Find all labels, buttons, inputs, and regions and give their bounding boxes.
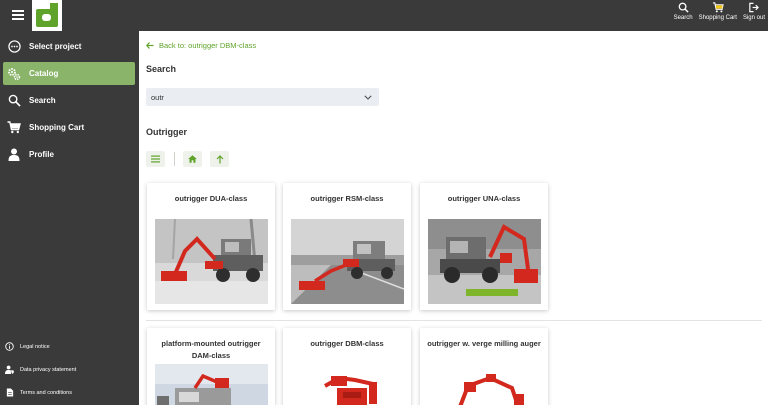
product-image — [155, 219, 268, 304]
top-cart-button[interactable]: Shopping Cart — [696, 2, 740, 30]
footer-link-label: Legal notice — [20, 343, 50, 350]
sidebar-item-label: Shopping Cart — [29, 123, 85, 132]
cart-icon — [712, 2, 724, 13]
product-card-title: platform-mounted outrigger DAM-class — [161, 339, 261, 360]
back-link-label: Back to: outrigger DBM-class — [159, 41, 257, 50]
category-heading: Outrigger — [146, 127, 188, 137]
gears-icon — [7, 67, 21, 81]
arrow-up-icon — [216, 154, 223, 163]
search-select[interactable]: outr — [146, 88, 379, 106]
product-card-rsm[interactable]: outrigger RSM-class — [283, 183, 411, 310]
sidebar-item-shopping-cart[interactable]: Shopping Cart — [3, 116, 135, 139]
chevron-down-icon — [364, 94, 372, 100]
product-card-title: outrigger DUA-class — [174, 194, 248, 203]
back-link[interactable]: Back to: outrigger DBM-class — [146, 41, 256, 50]
top-search-label: Search — [673, 15, 693, 21]
sidebar-item-select-project[interactable]: Select project — [3, 35, 135, 58]
section-divider — [146, 320, 762, 321]
footer-link-label: Data privacy statement — [20, 366, 77, 373]
toolbar-divider — [174, 152, 175, 166]
user-icon — [7, 148, 21, 162]
data-privacy-link[interactable]: Data privacy statement — [5, 365, 76, 374]
top-cart-label: Shopping Cart — [698, 15, 737, 21]
sidebar-item-label: Catalog — [29, 69, 59, 78]
sidebar-item-label: Profile — [29, 150, 54, 159]
catalog-toolbar — [146, 151, 229, 167]
legal-notice-link[interactable]: Legal notice — [5, 342, 50, 351]
product-card-dam[interactable]: platform-mounted outrigger DAM-class — [147, 328, 275, 405]
top-actions: Search Shopping Cart Sign out — [671, 2, 768, 30]
product-card-title: outrigger RSM-class — [310, 194, 384, 203]
sidebar-item-catalog[interactable]: Catalog — [3, 62, 135, 85]
user-shield-icon — [5, 365, 14, 374]
search-icon — [7, 94, 21, 108]
search-icon — [678, 2, 689, 13]
product-image — [291, 219, 404, 304]
product-card-verge-milling[interactable]: outrigger w. verge milling auger — [420, 328, 548, 405]
top-bar: Search Shopping Cart Sign out — [0, 0, 768, 31]
product-image — [155, 364, 268, 405]
product-card-dbm[interactable]: outrigger DBM-class — [283, 328, 411, 405]
sign-out-label: Sign out — [742, 15, 765, 21]
product-image — [291, 364, 404, 405]
document-icon — [5, 388, 14, 397]
terms-conditions-link[interactable]: Terms and conditions — [5, 388, 72, 397]
product-card-una[interactable]: outrigger UNA-class — [420, 183, 548, 310]
arrow-left-icon — [146, 42, 154, 49]
sidebar-item-search[interactable]: Search — [3, 89, 135, 112]
brand-logo[interactable] — [32, 0, 62, 31]
level-up-button[interactable] — [210, 151, 229, 167]
product-card-dua[interactable]: outrigger DUA-class — [147, 183, 275, 310]
product-card-title: outrigger UNA-class — [447, 194, 521, 203]
sidebar-item-label: Search — [29, 96, 56, 105]
sign-out-icon — [749, 2, 760, 13]
list-icon — [151, 155, 160, 163]
product-image — [428, 219, 541, 304]
list-view-button[interactable] — [146, 151, 165, 167]
search-select-value: outr — [151, 92, 164, 102]
top-search-button[interactable]: Search — [671, 2, 696, 30]
cart-icon — [7, 121, 21, 135]
search-heading: Search — [146, 64, 177, 74]
sidebar-item-profile[interactable]: Profile — [3, 143, 135, 166]
home-icon — [188, 155, 197, 163]
product-card-title: outrigger DBM-class — [310, 339, 384, 348]
hamburger-menu-icon[interactable] — [12, 10, 24, 20]
sign-out-button[interactable]: Sign out — [740, 2, 768, 30]
sidebar: Select project Catalog Search Shopping C… — [0, 31, 139, 405]
footer-link-label: Terms and conditions — [20, 389, 72, 396]
product-card-title: outrigger w. verge milling auger — [427, 339, 541, 348]
sidebar-item-label: Select project — [29, 42, 82, 51]
info-icon — [5, 342, 14, 351]
product-image — [428, 364, 541, 405]
home-button[interactable] — [183, 151, 202, 167]
ellipsis-circle-icon — [7, 40, 21, 54]
